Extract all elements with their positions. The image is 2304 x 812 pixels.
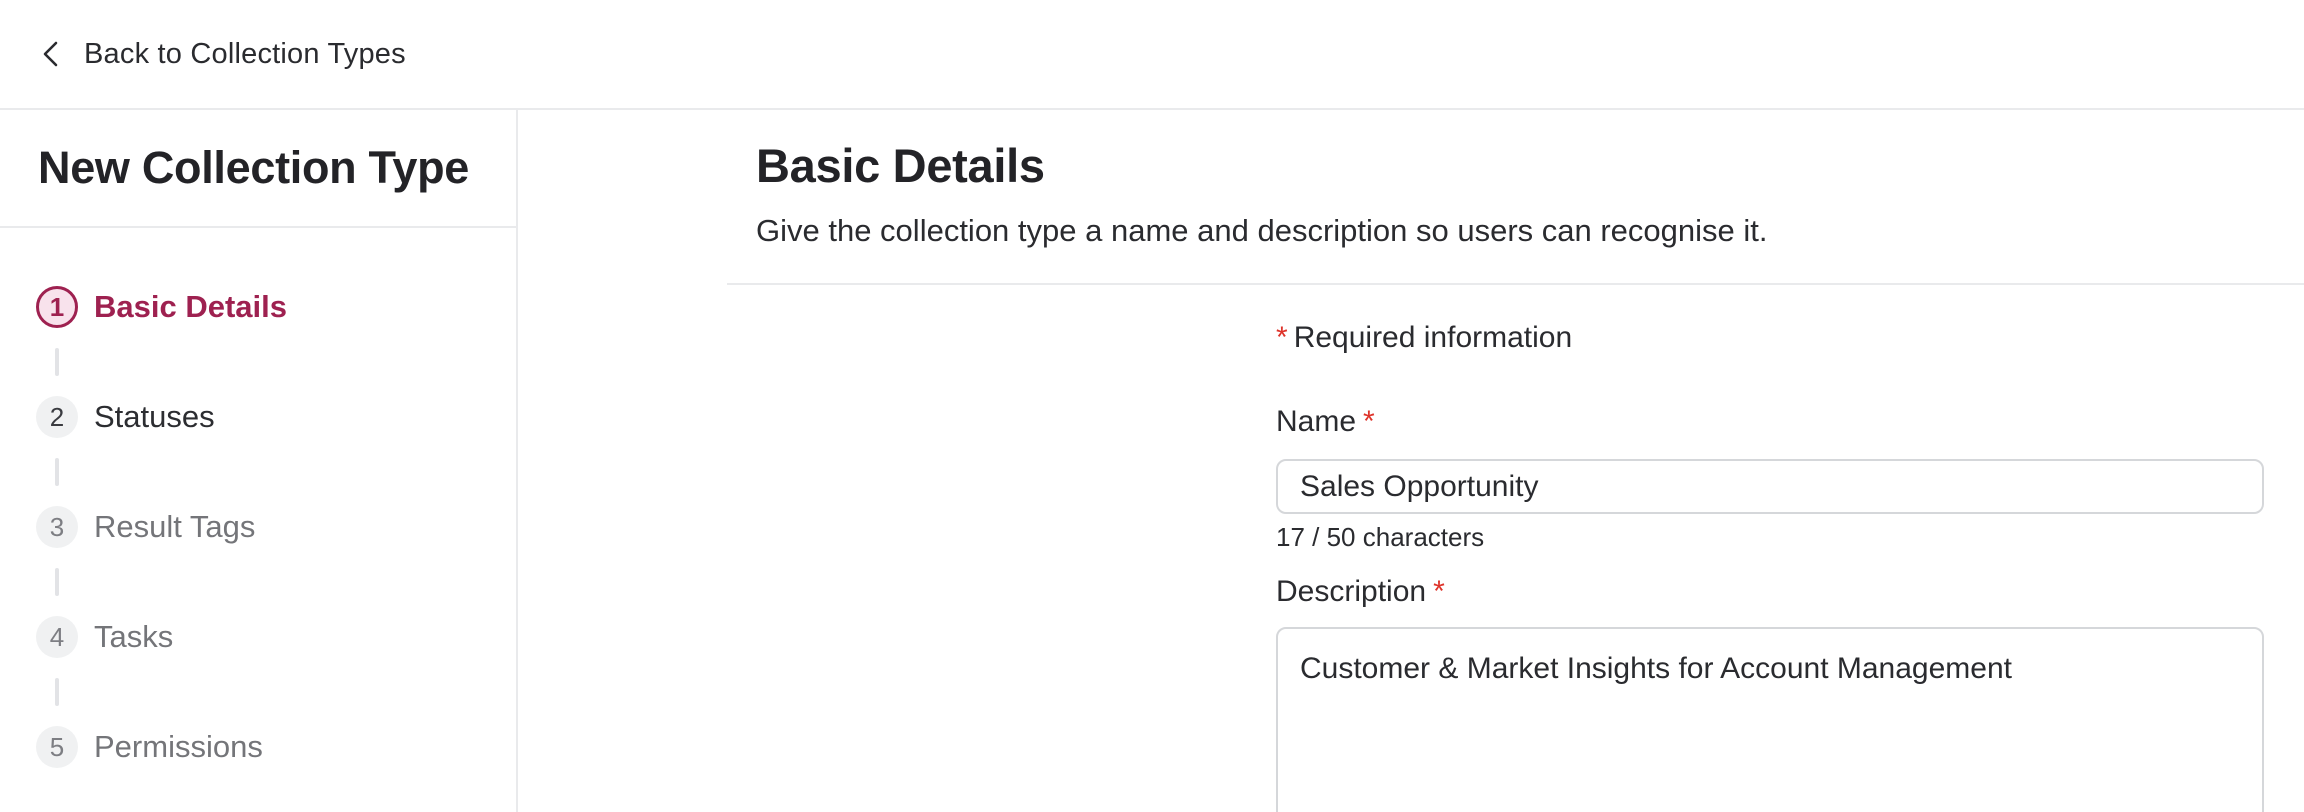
required-information-note: *Required information <box>1276 321 2264 355</box>
resize-handle-icon[interactable] <box>2231 806 2257 812</box>
step-label: Permissions <box>94 729 263 765</box>
required-asterisk: * <box>1276 321 1288 354</box>
back-button[interactable]: Back to Collection Types <box>38 38 406 71</box>
step-connector <box>36 658 516 726</box>
description-textarea[interactable] <box>1276 627 2264 812</box>
step-number-badge: 1 <box>36 286 78 328</box>
required-note-text: Required information <box>1294 321 1572 354</box>
page-title: New Collection Type <box>38 142 469 194</box>
stepper-item-basic-details[interactable]: 1 Basic Details <box>36 286 516 328</box>
name-input[interactable] <box>1276 459 2264 514</box>
topbar: Back to Collection Types <box>0 0 2304 110</box>
back-label: Back to Collection Types <box>84 38 406 71</box>
step-number-badge: 4 <box>36 616 78 658</box>
step-label: Statuses <box>94 399 215 435</box>
description-field-label: Description* <box>1276 575 2264 609</box>
section-subtitle: Give the collection type a name and desc… <box>756 213 2304 249</box>
step-connector <box>36 438 516 506</box>
sidebar-header: New Collection Type <box>0 110 516 228</box>
stepper-item-statuses[interactable]: 2 Statuses <box>36 396 516 438</box>
section-divider <box>727 283 2304 285</box>
section-title: Basic Details <box>756 138 2304 193</box>
step-label: Tasks <box>94 619 173 655</box>
step-number-badge: 2 <box>36 396 78 438</box>
character-count: 17 / 50 characters <box>1276 522 2264 553</box>
main-panel: Basic Details Give the collection type a… <box>518 110 2304 812</box>
stepper-item-permissions[interactable]: 5 Permissions <box>36 726 516 768</box>
section-header: Basic Details Give the collection type a… <box>756 138 2304 249</box>
chevron-left-icon <box>38 39 64 69</box>
step-number-badge: 5 <box>36 726 78 768</box>
wizard-stepper: 1 Basic Details 2 Statuses 3 Result Tags… <box>0 228 516 768</box>
step-number-badge: 3 <box>36 506 78 548</box>
step-connector <box>36 328 516 396</box>
name-field-label: Name* <box>1276 405 2264 439</box>
step-label: Result Tags <box>94 509 255 545</box>
sidebar: New Collection Type 1 Basic Details 2 St… <box>0 110 518 812</box>
step-label: Basic Details <box>94 289 287 325</box>
app-window: Back to Collection Types New Collection … <box>0 0 2304 812</box>
basic-details-form: *Required information Name* 17 / 50 char… <box>1276 321 2264 812</box>
name-required-asterisk: * <box>1363 405 1375 438</box>
stepper-item-result-tags[interactable]: 3 Result Tags <box>36 506 516 548</box>
stepper-item-tasks[interactable]: 4 Tasks <box>36 616 516 658</box>
description-required-asterisk: * <box>1433 575 1445 608</box>
step-connector <box>36 548 516 616</box>
